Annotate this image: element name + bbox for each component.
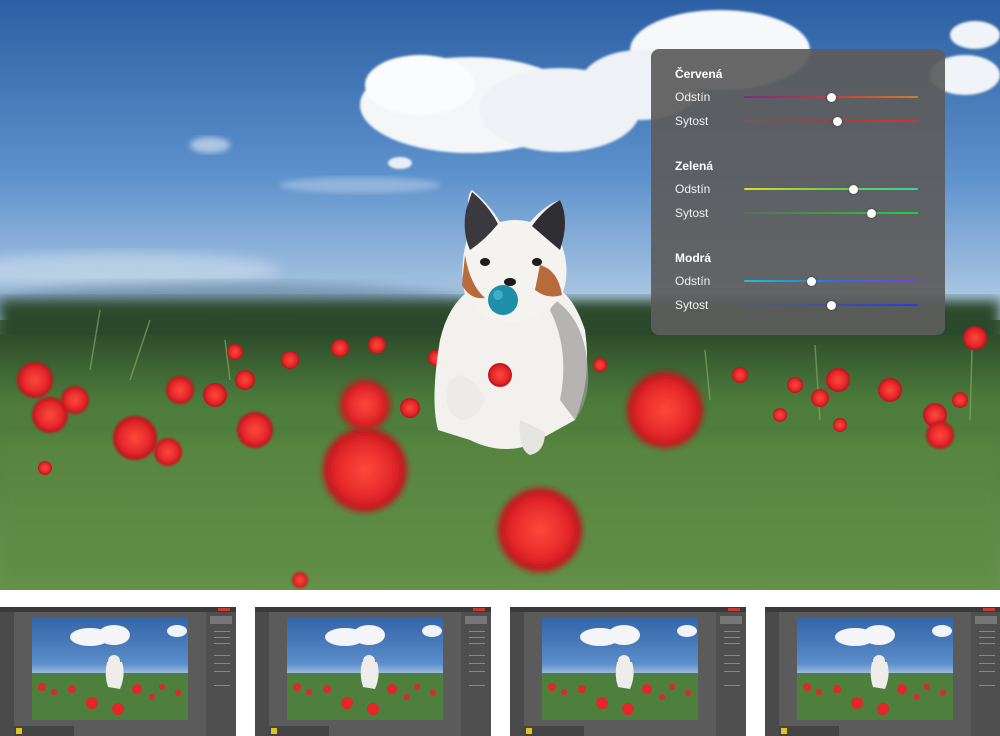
thumb-panel-line: [724, 671, 740, 672]
thumb-panel-line: [469, 663, 485, 664]
thumb-close-icon: [473, 608, 485, 611]
thumb-titlebar: [510, 607, 746, 612]
thumb-panel-line: [469, 685, 485, 686]
label-blue-hue: Odstín: [675, 274, 711, 288]
thumb-panel-line: [469, 655, 485, 656]
slider-track-blue-saturation[interactable]: [744, 300, 918, 310]
thumb-panel-line: [724, 685, 740, 686]
thumbnail-2[interactable]: [255, 607, 491, 736]
label-blue-saturation: Sytost: [675, 298, 709, 312]
thumb-panel-line: [469, 643, 485, 644]
thumb-histogram: [210, 616, 232, 624]
label-red-saturation: Sytost: [675, 114, 709, 128]
thumb-left-toolbar: [0, 612, 14, 736]
slider-thumb-red-hue[interactable]: [826, 92, 836, 102]
thumb-panel-line: [214, 671, 230, 672]
thumb-filmstrip: [269, 726, 329, 736]
slider-track-red-hue[interactable]: [744, 92, 918, 102]
thumb-photo: [797, 617, 953, 720]
thumb-panel-line: [724, 655, 740, 656]
label-green-hue: Odstín: [675, 182, 711, 196]
thumb-histogram: [465, 616, 487, 624]
thumb-folder-icon: [781, 728, 787, 734]
thumb-photo: [287, 617, 443, 720]
slider-thumb-red-saturation[interactable]: [833, 116, 843, 126]
thumb-histogram: [720, 616, 742, 624]
thumb-panel-line: [724, 663, 740, 664]
thumb-folder-icon: [16, 728, 22, 734]
thumb-panel-line: [979, 631, 995, 632]
thumb-histogram: [975, 616, 997, 624]
thumb-folder-icon: [526, 728, 532, 734]
slider-track-blue-hue[interactable]: [744, 276, 918, 286]
thumb-panel-line: [469, 671, 485, 672]
thumb-folder-icon: [271, 728, 277, 734]
thumb-panel-line: [214, 631, 230, 632]
group-title-blue: Modrá: [675, 251, 711, 265]
thumb-panel-line: [214, 663, 230, 664]
slider-thumb-green-hue[interactable]: [849, 184, 859, 194]
group-title-red: Červená: [675, 67, 723, 81]
thumb-panel-line: [214, 655, 230, 656]
thumb-titlebar: [255, 607, 491, 612]
slider-thumb-green-saturation[interactable]: [866, 208, 876, 218]
thumb-close-icon: [218, 608, 230, 611]
thumb-panel-line: [469, 631, 485, 632]
slider-track-green-saturation[interactable]: [744, 208, 918, 218]
thumb-panel-line: [724, 637, 740, 638]
thumbnail-1[interactable]: [0, 607, 236, 736]
thumb-panel-line: [214, 685, 230, 686]
thumb-filmstrip: [14, 726, 74, 736]
thumb-filmstrip: [524, 726, 584, 736]
thumb-panel-line: [979, 663, 995, 664]
thumb-close-icon: [728, 608, 740, 611]
thumb-panel-line: [214, 637, 230, 638]
thumb-panel-line: [214, 643, 230, 644]
thumb-close-icon: [983, 608, 995, 611]
thumb-titlebar: [765, 607, 1000, 612]
slider-track-green-hue[interactable]: [744, 184, 918, 194]
group-title-green: Zelená: [675, 159, 714, 173]
slider-thumb-blue-hue[interactable]: [807, 276, 817, 286]
thumb-left-toolbar: [765, 612, 779, 736]
thumb-photo: [542, 617, 698, 720]
thumb-panel-line: [469, 637, 485, 638]
thumb-panel-line: [979, 637, 995, 638]
hsl-panel: Červená Odstín Sytost Zelená Odstín Syto…: [651, 49, 945, 335]
label-green-saturation: Sytost: [675, 206, 709, 220]
thumb-left-toolbar: [510, 612, 524, 736]
thumb-filmstrip: [779, 726, 839, 736]
slider-track-red-saturation[interactable]: [744, 116, 918, 126]
thumbnail-3[interactable]: [510, 607, 746, 736]
slider-thumb-blue-saturation[interactable]: [826, 300, 836, 310]
thumb-photo: [32, 617, 188, 720]
thumb-panel-line: [979, 655, 995, 656]
thumb-panel-line: [979, 671, 995, 672]
thumb-panel-line: [979, 643, 995, 644]
thumb-panel-line: [724, 643, 740, 644]
thumb-panel-line: [724, 631, 740, 632]
thumb-titlebar: [0, 607, 236, 612]
main-photo: Červená Odstín Sytost Zelená Odstín Syto…: [0, 0, 1000, 590]
thumbnail-4[interactable]: [765, 607, 1000, 736]
thumb-left-toolbar: [255, 612, 269, 736]
label-red-hue: Odstín: [675, 90, 711, 104]
thumb-panel-line: [979, 685, 995, 686]
